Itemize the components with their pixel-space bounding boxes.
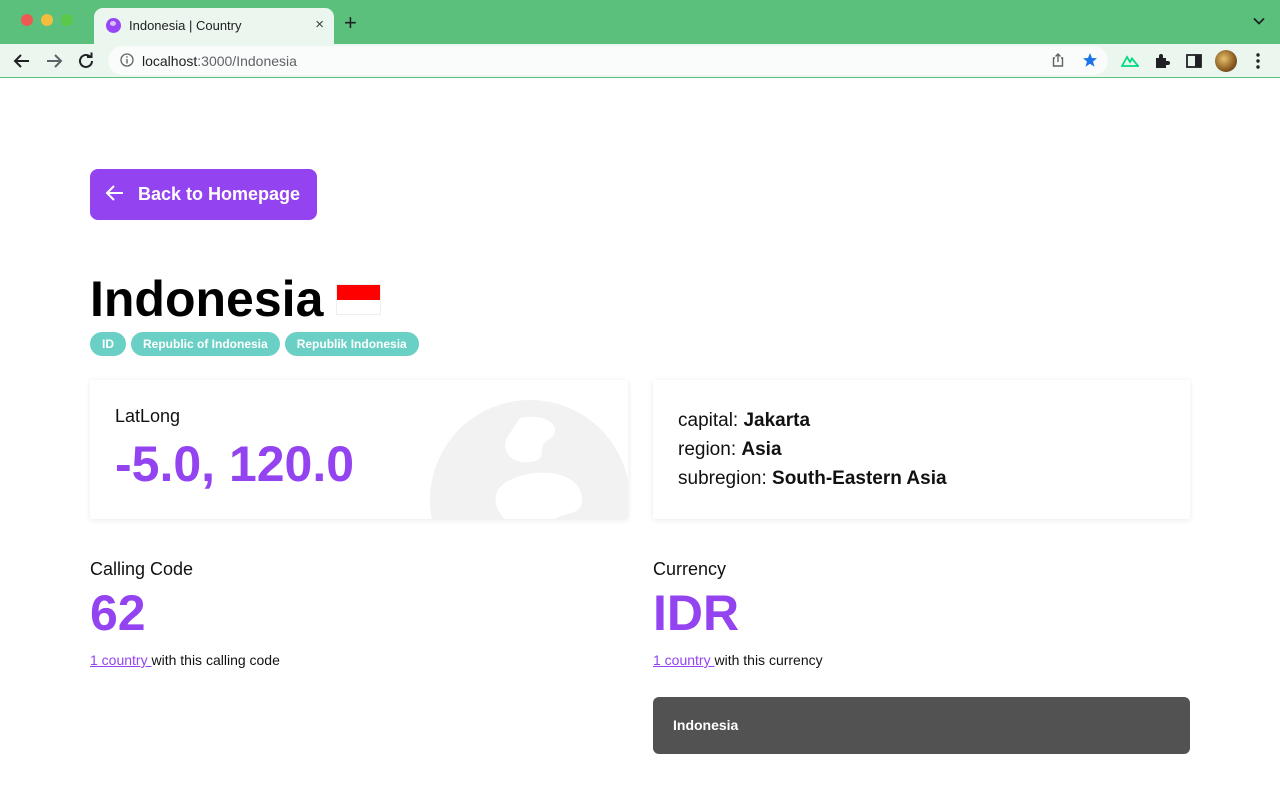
page-content: Back to Homepage Indonesia ID Republic o… [0, 79, 1280, 800]
extensions-puzzle-icon[interactable] [1153, 52, 1171, 70]
url-text[interactable]: localhost:3000/Indonesia [142, 53, 297, 69]
indonesia-flag-icon [336, 284, 381, 315]
tab-title: Indonesia | Country [129, 18, 242, 33]
window-zoom-button[interactable] [61, 14, 73, 26]
url-host: localhost [142, 53, 198, 69]
browser-toolbar: localhost:3000/Indonesia [0, 44, 1280, 78]
side-panel-icon[interactable] [1185, 52, 1203, 70]
latlong-value: -5.0, 120.0 [115, 436, 355, 492]
subregion-row: subregion: South-Eastern Asia [678, 468, 947, 490]
capital-value: Jakarta [743, 410, 811, 431]
capital-label: capital: [678, 410, 739, 431]
subregion-label: subregion: [678, 468, 767, 489]
calling-code-label: Calling Code [90, 559, 194, 579]
currency-label: Currency [653, 559, 727, 579]
currency-country-name: Indonesia [673, 717, 739, 733]
country-title: Indonesia [90, 271, 324, 327]
badge-native-name: Republik Indonesia [284, 332, 419, 356]
calling-code-count-suffix: with this calling code [151, 652, 280, 668]
url-path: :3000/Indonesia [197, 53, 297, 69]
subregion-value: South-Eastern Asia [772, 468, 947, 489]
calling-code-countries-link[interactable]: 1 country [90, 652, 151, 668]
browser-tab-active[interactable]: Indonesia | Country × [94, 8, 334, 44]
latlong-label: LatLong [115, 406, 181, 426]
address-bar[interactable]: localhost:3000/Indonesia [108, 46, 1108, 75]
chevron-down-icon[interactable] [1252, 14, 1266, 28]
bookmark-star-icon[interactable] [1082, 52, 1098, 68]
calling-code-count-row: 1 country with this calling code [90, 652, 280, 668]
back-arrow-icon[interactable] [11, 50, 33, 72]
calling-code-value: 62 [90, 585, 146, 641]
back-button-label: Back to Homepage [138, 184, 301, 204]
region-label: region: [678, 439, 737, 460]
info-icon[interactable] [120, 53, 134, 67]
country-name-badges: ID Republic of Indonesia Republik Indone… [90, 332, 419, 356]
browser-tab-bar: Indonesia | Country × + [0, 0, 1280, 44]
window-minimize-button[interactable] [41, 14, 53, 26]
region-row: region: Asia [678, 439, 782, 461]
tab-close-icon[interactable]: × [315, 16, 324, 34]
badge-country-code: ID [90, 332, 126, 356]
country-info-card: capital: Jakarta region: Asia subregion:… [653, 380, 1190, 519]
share-icon[interactable] [1050, 52, 1066, 68]
nuxt-devtools-icon[interactable] [1121, 52, 1139, 70]
profile-avatar[interactable] [1215, 50, 1237, 72]
arrow-left-icon [105, 185, 123, 201]
currency-country-item[interactable]: Indonesia [653, 697, 1190, 754]
capital-row: capital: Jakarta [678, 410, 810, 432]
new-tab-button[interactable]: + [344, 12, 357, 34]
region-value: Asia [741, 439, 782, 460]
back-to-homepage-button[interactable]: Back to Homepage [90, 169, 317, 220]
currency-value: IDR [653, 585, 740, 641]
currency-count-suffix: with this currency [714, 652, 823, 668]
currency-countries-link[interactable]: 1 country [653, 652, 714, 668]
forward-arrow-icon[interactable] [43, 50, 65, 72]
badge-official-name: Republic of Indonesia [131, 332, 280, 356]
globe-icon [430, 400, 628, 519]
globe-favicon-icon [106, 18, 121, 33]
reload-icon[interactable] [75, 50, 97, 72]
more-menu-icon[interactable] [1252, 52, 1264, 70]
currency-count-row: 1 country with this currency [653, 652, 823, 668]
window-close-button[interactable] [21, 14, 33, 26]
latlong-card: LatLong -5.0, 120.0 [90, 380, 628, 519]
